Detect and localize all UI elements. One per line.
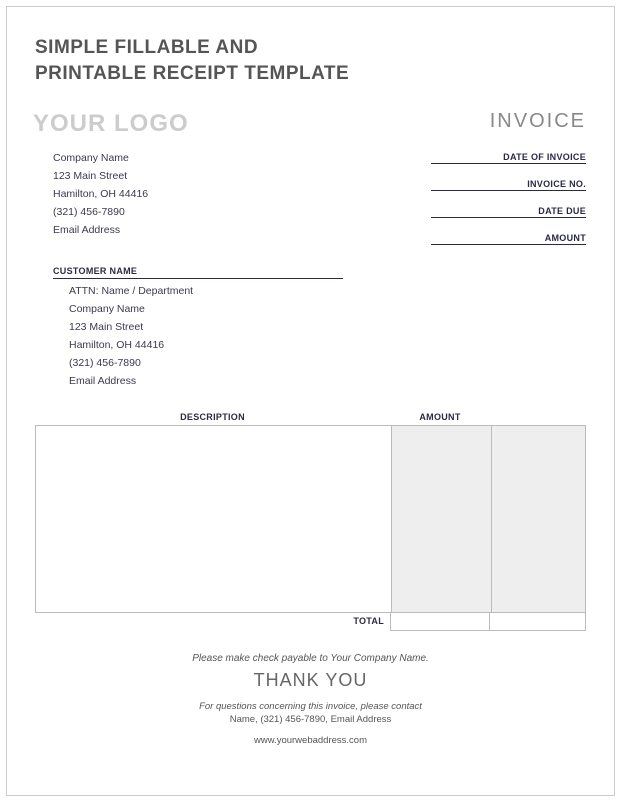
sender-street: 123 Main Street [53,168,148,186]
total-label: TOTAL [35,613,390,631]
total-cell-1 [390,613,490,631]
customer-block: ATTN: Name / Department Company Name 123… [35,283,586,390]
payable-line: Please make check payable to Your Compan… [35,653,586,664]
description-column [36,426,391,612]
invoice-template-page: SIMPLE FILLABLE ANDPRINTABLE RECEIPT TEM… [6,6,615,796]
meta-date-of-invoice: DATE OF INVOICE [431,150,586,164]
customer-cityline: Hamilton, OH 44416 [69,337,586,355]
meta-invoice-no: INVOICE NO. [431,177,586,191]
contact-info: Name, (321) 456-7890, Email Address [35,714,586,725]
document-title: SIMPLE FILLABLE ANDPRINTABLE RECEIPT TEM… [35,35,586,86]
amount-column-2 [491,426,585,612]
customer-street: 123 Main Street [69,319,586,337]
customer-phone: (321) 456-7890 [69,355,586,373]
header-row: YOUR LOGO INVOICE [35,110,586,138]
meta-date-due: DATE DUE [431,204,586,218]
contact-line: For questions concerning this invoice, p… [35,701,586,712]
invoice-meta-block: DATE OF INVOICE INVOICE NO. DATE DUE AMO… [431,150,586,258]
customer-header: CUSTOMER NAME [53,266,343,279]
sender-phone: (321) 456-7890 [53,204,148,222]
header-description: DESCRIPTION [35,412,390,422]
footer-block: Please make check payable to Your Compan… [35,653,586,746]
customer-attn: ATTN: Name / Department [69,283,586,301]
table-header-row: DESCRIPTION AMOUNT [35,412,586,425]
amount-column-1 [391,426,491,612]
customer-company: Company Name [69,301,586,319]
header-amount: AMOUNT [390,412,490,422]
customer-email: Email Address [69,373,586,391]
logo-placeholder: YOUR LOGO [33,110,189,138]
top-section: Company Name 123 Main Street Hamilton, O… [35,150,586,258]
sender-block: Company Name 123 Main Street Hamilton, O… [35,150,148,258]
sender-company: Company Name [53,150,148,168]
table-body [35,425,586,613]
thank-you: THANK YOU [35,670,586,691]
total-cell-2 [490,613,586,631]
line-items-table: DESCRIPTION AMOUNT TOTAL [35,412,586,631]
total-row: TOTAL [35,613,586,631]
sender-cityline: Hamilton, OH 44416 [53,186,148,204]
invoice-heading: INVOICE [490,110,586,133]
meta-amount: AMOUNT [431,231,586,245]
web-address: www.yourwebaddress.com [35,735,586,746]
sender-email: Email Address [53,222,148,240]
